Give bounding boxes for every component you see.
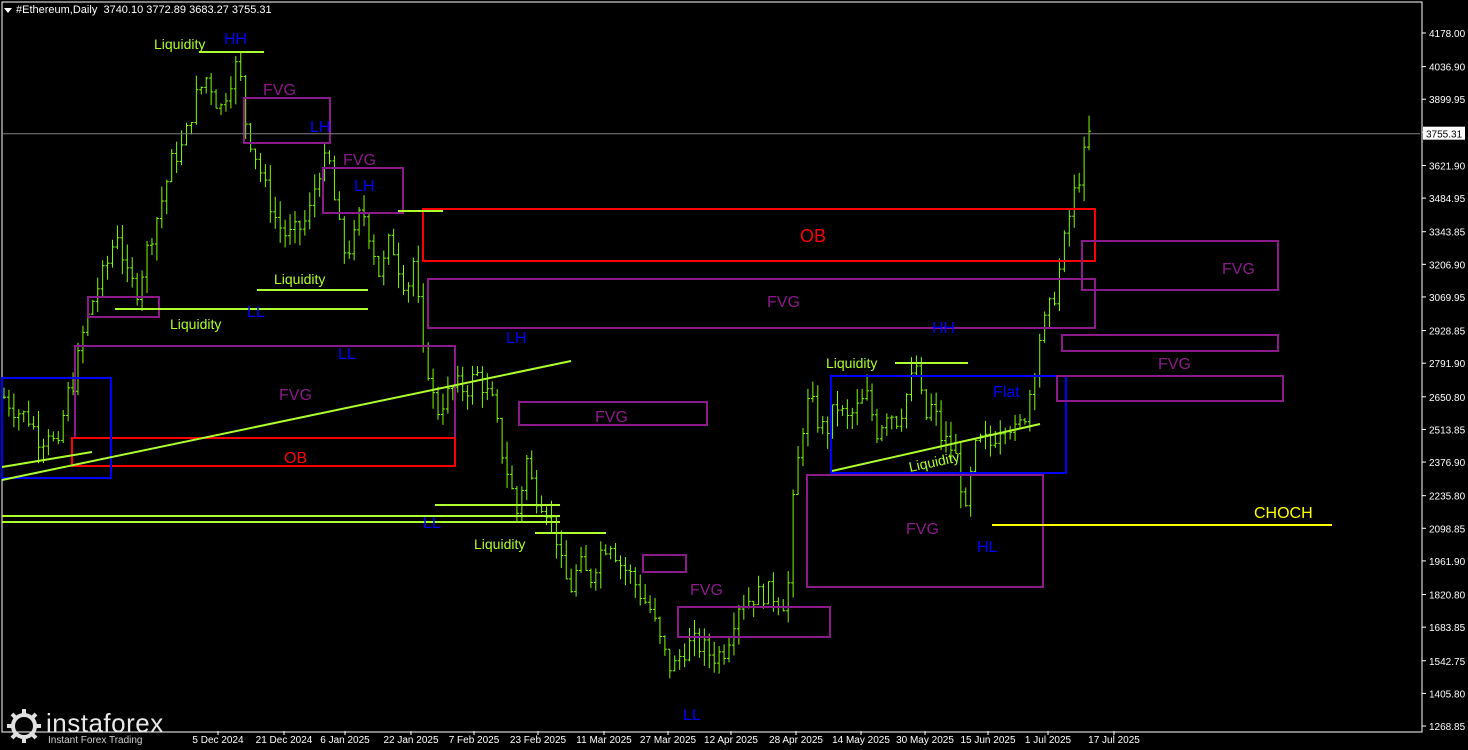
annotation-choch-label: CHOCH <box>1254 505 1313 522</box>
y-tick-label: 1961.90 <box>1429 557 1466 568</box>
x-tick-label: 1 Jul 2025 <box>1025 735 1072 746</box>
annotation-ob-label: OB <box>800 226 826 246</box>
y-tick-label: 3343.85 <box>1429 228 1466 239</box>
y-tick-label: 3069.95 <box>1429 293 1466 304</box>
current-price-label: 3755.31 <box>1426 130 1463 141</box>
annotation-liquidity-label: Liquidity <box>826 355 877 371</box>
annotation-fvg-label: FVG <box>690 582 723 599</box>
x-tick-label: 27 Mar 2025 <box>640 735 697 746</box>
x-tick-label: 6 Jan 2025 <box>320 735 370 746</box>
watermark: instaforex Instant Forex Trading <box>2 706 180 748</box>
annotation-liquidity-label: Liquidity <box>170 316 221 332</box>
annotation-fvg-label: FVG <box>279 387 312 404</box>
x-tick-label: 12 Apr 2025 <box>704 735 758 746</box>
x-tick-label: 23 Feb 2025 <box>510 735 567 746</box>
annotation-ll-label: LL <box>338 346 356 363</box>
x-tick-label: 15 Jun 2025 <box>960 735 1015 746</box>
ohlc-values: 3740.10 3772.89 3683.27 3755.31 <box>103 4 272 16</box>
annotation-lh-label: LH <box>354 178 374 195</box>
x-tick-label: 21 Dec 2024 <box>256 735 313 746</box>
annotation-fvg-label: FVG <box>906 521 939 538</box>
y-tick-label: 2098.85 <box>1429 524 1466 535</box>
annotation-flat-label: Flat <box>993 384 1020 401</box>
y-tick-label: 2376.90 <box>1429 458 1466 469</box>
annotation-liquidity-label: Liquidity <box>154 36 205 52</box>
annotation-fvg-label: FVG <box>263 82 296 99</box>
y-tick-label: 2650.80 <box>1429 393 1466 404</box>
x-tick-label: 7 Feb 2025 <box>449 735 500 746</box>
y-tick-label: 4036.90 <box>1429 63 1466 74</box>
x-tick-label: 28 Apr 2025 <box>769 735 823 746</box>
y-tick-label: 4178.00 <box>1429 29 1466 40</box>
y-tick-label: 1405.80 <box>1429 689 1466 700</box>
annotation-liquidity-label: Liquidity <box>274 271 325 287</box>
annotation-ll-label: LL <box>423 515 441 532</box>
annotation-hh-label: HH <box>932 320 955 337</box>
y-tick-label: 1683.85 <box>1429 623 1466 634</box>
y-tick-label: 3206.90 <box>1429 260 1466 271</box>
y-tick-label: 3484.95 <box>1429 194 1466 205</box>
x-tick-label: 14 May 2025 <box>832 735 890 746</box>
y-tick-label: 1542.75 <box>1429 657 1466 668</box>
y-tick-label: 1268.85 <box>1429 722 1466 733</box>
dropdown-arrow-icon[interactable] <box>4 7 12 13</box>
y-tick-label: 3621.90 <box>1429 161 1466 172</box>
watermark-tagline: Instant Forex Trading <box>48 735 143 746</box>
y-tick-label: 3899.95 <box>1429 95 1466 106</box>
annotation-hh-label: HH <box>224 31 247 48</box>
x-tick-label: 22 Jan 2025 <box>383 735 438 746</box>
annotation-lh-label: LH <box>506 330 526 347</box>
symbol-label: #Ethereum,Daily <box>16 4 98 16</box>
annotation-fvg-label: FVG <box>343 152 376 169</box>
y-tick-label: 2513.85 <box>1429 425 1466 436</box>
annotation-fvg-label: FVG <box>1158 356 1191 373</box>
annotation-liquidity-label: Liquidity <box>474 536 525 552</box>
annotation-fvg-label: FVG <box>1222 261 1255 278</box>
y-tick-label: 2791.90 <box>1429 359 1466 370</box>
x-tick-label: 5 Dec 2024 <box>192 735 244 746</box>
x-tick-label: 17 Jul 2025 <box>1088 735 1140 746</box>
y-tick-label: 2235.80 <box>1429 492 1466 503</box>
y-tick-label: 2928.85 <box>1429 327 1466 338</box>
annotation-ll-label: LL <box>247 304 265 321</box>
annotation-fvg-label: FVG <box>767 294 800 311</box>
annotation-ll-label: LL <box>683 707 701 724</box>
annotation-fvg-label: FVG <box>595 409 628 426</box>
annotation-ob-label: OB <box>284 450 307 467</box>
x-tick-label: 30 May 2025 <box>896 735 954 746</box>
price-chart[interactable]: Liquidity HH FVG LH FVG LH Liquidity LL Liquidit… <box>0 0 1468 750</box>
y-tick-label: 1820.80 <box>1429 591 1466 602</box>
x-tick-label: 11 Mar 2025 <box>576 735 632 746</box>
annotation-hl-label: HL <box>977 539 998 556</box>
chart-header: #Ethereum,Daily 3740.10 3772.89 3683.27 … <box>4 4 272 16</box>
gear-logo-icon <box>7 709 41 743</box>
